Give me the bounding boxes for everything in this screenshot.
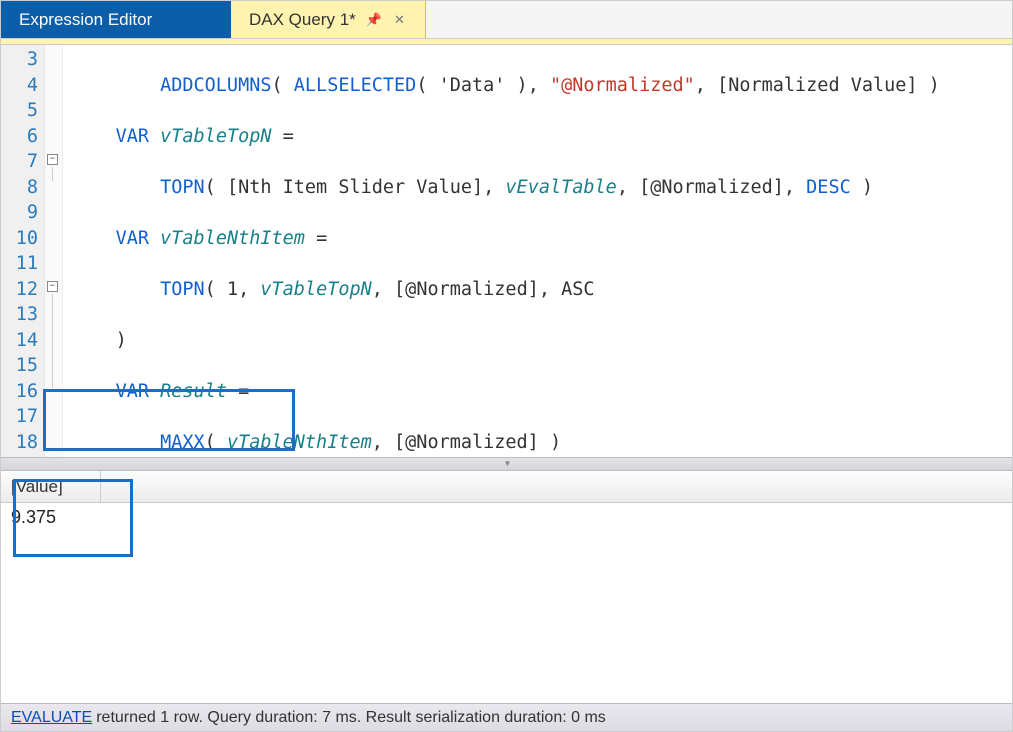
fold-toggle-icon[interactable]: − — [47, 154, 58, 165]
results-header-row: [Value] — [1, 471, 1012, 503]
tab-label: DAX Query 1* — [249, 10, 356, 30]
code-editor[interactable]: 345 678 91011 121314 151617 18 − − ADDCO… — [1, 45, 1012, 457]
fold-column: − − — [45, 45, 63, 457]
tab-bar: Expression Editor DAX Query 1* 📌 ✕ — [1, 1, 1012, 39]
status-bar: EVALUATE returned 1 row. Query duration:… — [1, 703, 1012, 731]
fold-toggle-icon[interactable]: − — [47, 281, 58, 292]
results-column-header[interactable]: [Value] — [1, 471, 101, 502]
results-cell: 9.375 — [1, 503, 66, 535]
results-grid: [Value] 9.375 — [1, 471, 1012, 703]
line-number-gutter: 345 678 91011 121314 151617 18 — [1, 45, 45, 457]
pin-icon[interactable]: 📌 — [364, 12, 384, 28]
tab-label: Expression Editor — [19, 10, 152, 30]
splitter-grip-icon: ▾ — [505, 459, 508, 470]
close-icon[interactable]: ✕ — [392, 12, 407, 28]
evaluate-link[interactable]: EVALUATE — [11, 709, 92, 727]
tab-expression-editor[interactable]: Expression Editor — [1, 1, 231, 38]
code-area[interactable]: ADDCOLUMNS( ALLSELECTED( 'Data' ), "@Nor… — [63, 45, 1012, 457]
tab-dax-query[interactable]: DAX Query 1* 📌 ✕ — [231, 1, 426, 38]
horizontal-splitter[interactable]: ▾ — [1, 457, 1012, 471]
table-row[interactable]: 9.375 — [1, 503, 1012, 535]
status-text: returned 1 row. Query duration: 7 ms. Re… — [96, 709, 606, 727]
